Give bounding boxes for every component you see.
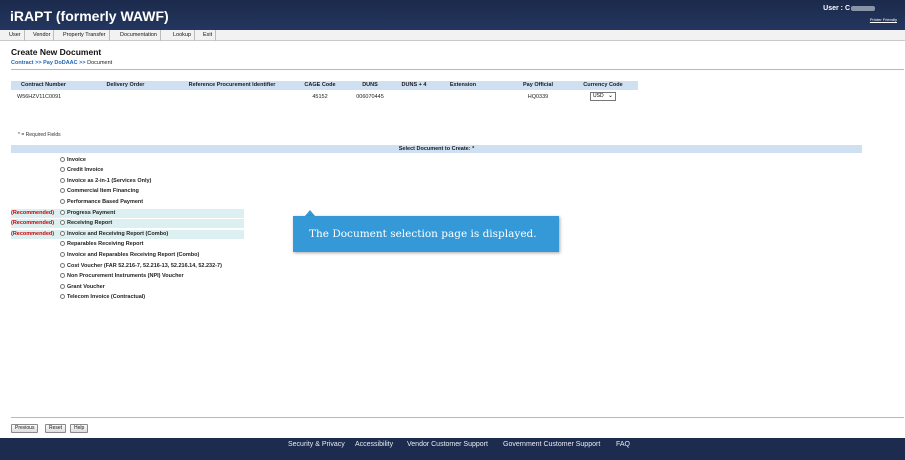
footer-faq[interactable]: FAQ: [616, 441, 630, 448]
currency-code-select[interactable]: USD ⌄: [590, 92, 616, 101]
recommended-label: (Recommended): [11, 220, 55, 226]
cell-contract-number: W56HZV11C0091: [17, 94, 62, 100]
col-duns: DUNS: [362, 82, 378, 88]
previous-button[interactable]: Previous: [11, 424, 39, 433]
option-invoice-2in1[interactable]: Invoice as 2-in-1 (Services Only): [60, 177, 151, 186]
radio-button[interactable]: [60, 209, 65, 215]
option-label: Grant Voucher: [67, 284, 105, 290]
option-invoice[interactable]: Invoice: [60, 156, 86, 165]
user-name-redacted: [851, 6, 875, 11]
radio-button[interactable]: [60, 272, 65, 278]
page-title: Create New Document: [11, 47, 102, 57]
radio-button[interactable]: [60, 156, 65, 162]
option-label: Receiving Report: [67, 220, 113, 226]
radio-button[interactable]: [60, 219, 65, 225]
option-invoice-reparables-combo[interactable]: Invoice and Reparables Receiving Report …: [60, 251, 199, 260]
footer-vendor-support[interactable]: Vendor Customer Support: [407, 441, 488, 448]
option-credit-invoice[interactable]: Credit Invoice: [60, 166, 103, 175]
select-document-header: Select Document to Create: *: [11, 145, 862, 153]
cell-cage-code: 45152: [312, 94, 328, 100]
recommended-label: (Recommended): [11, 231, 55, 237]
option-performance-based-payment[interactable]: Performance Based Payment: [60, 198, 143, 207]
option-label: Invoice: [67, 157, 86, 163]
menu-exit[interactable]: Exit: [200, 30, 217, 41]
option-npi-voucher[interactable]: Non Procurement Instruments (NPI) Vouche…: [60, 272, 184, 281]
radio-button[interactable]: [60, 240, 65, 246]
option-reparables-receiving-report[interactable]: Reparables Receiving Report: [60, 240, 143, 249]
breadcrumb-current: Document: [87, 60, 113, 66]
radio-button[interactable]: [60, 198, 65, 204]
radio-button[interactable]: [60, 177, 65, 183]
radio-button[interactable]: [60, 187, 65, 193]
recommended-label: (Recommended): [11, 210, 55, 216]
radio-button[interactable]: [60, 230, 65, 236]
radio-button[interactable]: [60, 262, 65, 268]
option-label: Commercial Item Financing: [67, 188, 139, 194]
radio-button[interactable]: [60, 251, 65, 257]
option-label: Telecom Invoice (Contractual): [67, 294, 146, 300]
divider: [11, 417, 904, 418]
option-label: Progress Payment: [67, 210, 116, 216]
menu-documentation[interactable]: Documentation: [117, 30, 161, 41]
printer-friendly-link[interactable]: Printer Friendly: [870, 17, 897, 22]
option-label: Non Procurement Instruments (NPI) Vouche…: [67, 273, 184, 279]
app-title: iRAPT (formerly WAWF): [10, 8, 169, 24]
option-label: Invoice and Receiving Report (Combo): [67, 231, 169, 237]
required-fields-note: * = Required Fields: [18, 132, 61, 138]
divider: [11, 69, 904, 70]
breadcrumb: Contract >> Pay DoDAAC >> Document: [11, 60, 112, 66]
option-label: Credit Invoice: [67, 167, 104, 173]
col-duns-plus4: DUNS + 4: [401, 82, 427, 88]
tutorial-callout: The Document selection page is displayed…: [293, 216, 559, 252]
col-currency-code: Currency Code: [583, 82, 623, 88]
col-delivery-order: Delivery Order: [106, 82, 145, 88]
reset-button[interactable]: Reset: [45, 424, 67, 433]
user-label: User : C: [823, 5, 850, 12]
help-button[interactable]: Help: [70, 424, 89, 433]
option-label: Invoice and Reparables Receiving Report …: [67, 252, 200, 258]
menu-vendor[interactable]: Vendor: [30, 30, 55, 41]
menu-bar: User Vendor Property Transfer Documentat…: [0, 30, 905, 41]
currency-value: USD: [593, 93, 604, 99]
option-label: Performance Based Payment: [67, 199, 144, 205]
option-telecom-invoice[interactable]: Telecom Invoice (Contractual): [60, 293, 145, 302]
option-cost-voucher[interactable]: Cost Voucher (FAR 52.216-7, 52.216-13, 5…: [60, 262, 222, 271]
option-label: Reparables Receiving Report: [67, 241, 144, 247]
footer-accessibility[interactable]: Accessibility: [355, 441, 393, 448]
radio-button[interactable]: [60, 166, 65, 172]
option-receiving-report[interactable]: (Recommended) Receiving Report: [11, 219, 244, 228]
radio-button[interactable]: [60, 283, 65, 289]
option-commercial-item-financing[interactable]: Commercial Item Financing: [60, 187, 139, 196]
col-pay-official: Pay Official: [523, 82, 553, 88]
option-label: Invoice as 2-in-1 (Services Only): [67, 178, 152, 184]
menu-lookup[interactable]: Lookup: [170, 30, 196, 41]
option-progress-payment[interactable]: (Recommended) Progress Payment: [11, 209, 244, 218]
cell-duns: 006070445: [356, 94, 384, 100]
option-label: Cost Voucher (FAR 52.216-7, 52.216-13, 5…: [67, 263, 222, 269]
footer-security-privacy[interactable]: Security & Privacy: [288, 441, 345, 448]
cell-pay-official: HQ0339: [527, 94, 549, 100]
col-reference-procurement-identifier: Reference Procurement Identifier: [188, 82, 276, 88]
chevron-down-icon: ⌄: [607, 93, 613, 99]
col-extension: Extension: [449, 82, 477, 88]
col-cage-code: CAGE Code: [304, 82, 336, 88]
breadcrumb-links[interactable]: Contract >> Pay DoDAAC >>: [11, 60, 86, 66]
menu-user[interactable]: User: [6, 30, 25, 41]
option-grant-voucher[interactable]: Grant Voucher: [60, 283, 105, 292]
option-invoice-receiving-report-combo[interactable]: (Recommended) Invoice and Receiving Repor…: [11, 230, 244, 239]
col-contract-number: Contract Number: [21, 82, 66, 88]
footer-government-support[interactable]: Government Customer Support: [503, 441, 600, 448]
menu-property-transfer[interactable]: Property Transfer: [60, 30, 110, 41]
radio-button[interactable]: [60, 293, 65, 299]
